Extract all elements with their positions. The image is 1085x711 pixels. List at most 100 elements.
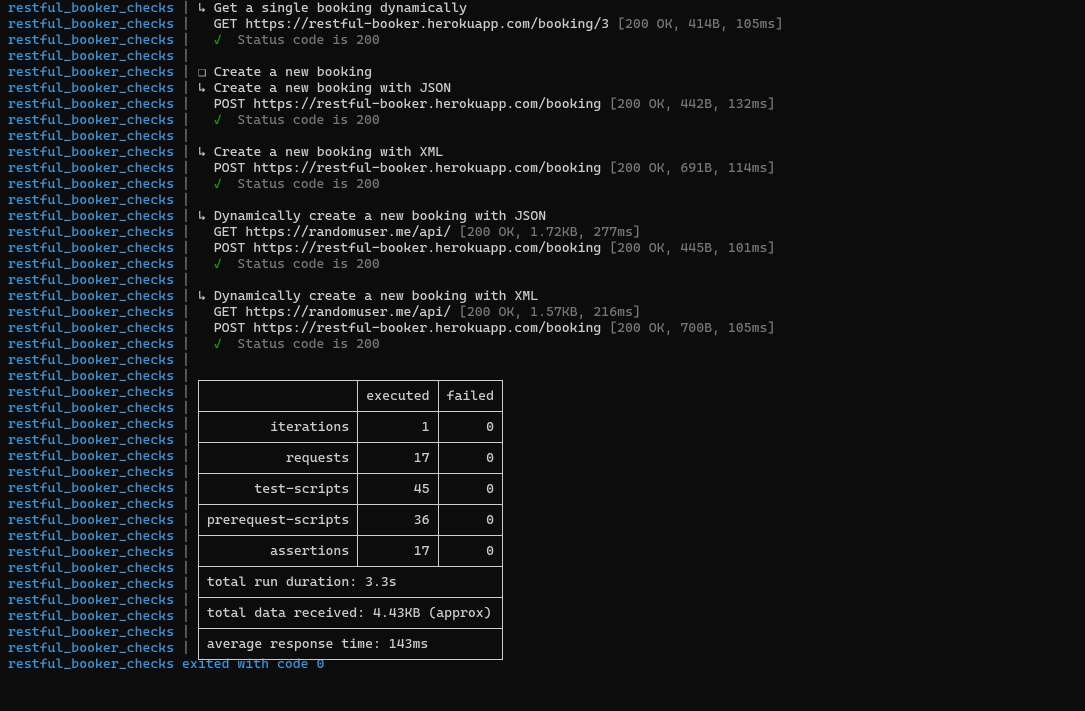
log-line: restful_booker_checks | ↳ Dynamically cr… (0, 288, 1085, 304)
summary-row: assertions170 (198, 536, 502, 567)
log-separator: | (174, 448, 198, 464)
assertion-text: Status code is 200 (222, 32, 380, 48)
log-separator: | (174, 368, 198, 384)
log-source-prefix: restful_booker_checks (0, 560, 174, 576)
response-stats: [200 OK, 442B, 132ms] (609, 96, 775, 112)
log-separator: | (174, 80, 198, 96)
log-source-prefix: restful_booker_checks (0, 464, 174, 480)
log-line: restful_booker_checks | ✓ Status code is… (0, 336, 1085, 352)
log-separator: | (174, 496, 198, 512)
log-source-prefix: restful_booker_checks (0, 16, 174, 32)
log-line: restful_booker_checks | GET https://rest… (0, 16, 1085, 32)
log-line: restful_booker_checks | POST https://res… (0, 96, 1085, 112)
summary-row-executed: 17 (358, 443, 438, 474)
log-source-prefix: restful_booker_checks (0, 496, 174, 512)
log-line: restful_booker_checks | GET https://rand… (0, 224, 1085, 240)
log-separator: | (174, 576, 198, 592)
check-icon: ✓ (214, 256, 222, 272)
response-stats: [200 OK, 445B, 101ms] (609, 240, 775, 256)
log-separator: | (174, 336, 198, 352)
log-line: restful_booker_checks | ✓ Status code is… (0, 112, 1085, 128)
log-source-prefix: restful_booker_checks (0, 368, 174, 384)
exit-line: restful_booker_checks exited with code 0 (0, 656, 1085, 672)
check-icon: ✓ (214, 176, 222, 192)
log-content: ↳ Dynamically create a new booking with … (198, 288, 538, 304)
log-content: ↳ Create a new booking with XML (198, 144, 443, 160)
log-source-prefix: restful_booker_checks (0, 160, 174, 176)
summary-row-failed: 0 (438, 474, 502, 505)
check-icon: ✓ (214, 336, 222, 352)
summary-header-failed: failed (438, 381, 502, 412)
log-source-prefix: restful_booker_checks (0, 176, 174, 192)
log-source-prefix: restful_booker_checks (0, 32, 174, 48)
summary-row: prerequest-scripts360 (198, 505, 502, 536)
assertion-text: Status code is 200 (222, 112, 380, 128)
log-line: restful_booker_checks | POST https://res… (0, 240, 1085, 256)
log-separator: | (174, 464, 198, 480)
log-content: ✓ Status code is 200 (198, 256, 380, 272)
log-line: restful_booker_checks | ↳ Create a new b… (0, 144, 1085, 160)
log-separator: | (174, 352, 198, 368)
summary-footer-line: total run duration: 3.3s (198, 567, 502, 598)
log-separator: | (174, 416, 198, 432)
log-source-prefix: restful_booker_checks (0, 416, 174, 432)
response-stats: [200 OK, 1.57KB, 216ms] (459, 304, 641, 320)
log-line: restful_booker_checks | ↳ Get a single b… (0, 0, 1085, 16)
terminal-output: restful_booker_checks | ↳ Get a single b… (0, 0, 1085, 672)
log-source-prefix: restful_booker_checks (0, 288, 174, 304)
log-content: GET https://randomuser.me/api/ [200 OK, … (198, 304, 641, 320)
log-source-prefix: restful_booker_checks (0, 240, 174, 256)
summary-row-executed: 36 (358, 505, 438, 536)
log-content: ❏ Create a new booking (198, 64, 372, 80)
log-line: restful_booker_checks | (0, 560, 1085, 576)
log-separator: | (174, 528, 198, 544)
summary-row-label: prerequest-scripts (198, 505, 357, 536)
log-line: restful_booker_checks | ↳ Dynamically cr… (0, 208, 1085, 224)
corner-icon: ↳ (198, 80, 214, 96)
log-source-prefix: restful_booker_checks (0, 304, 174, 320)
log-separator: | (174, 64, 198, 80)
log-source-prefix: restful_booker_checks (0, 544, 174, 560)
log-source-prefix: restful_booker_checks (0, 96, 174, 112)
check-icon: ✓ (214, 32, 222, 48)
log-source-prefix: restful_booker_checks (0, 256, 174, 272)
log-line: restful_booker_checks | (0, 272, 1085, 288)
summary-row-failed: 0 (438, 443, 502, 474)
check-icon: ✓ (214, 112, 222, 128)
log-source-prefix: restful_booker_checks (0, 192, 174, 208)
log-source-prefix: restful_booker_checks (0, 432, 174, 448)
log-source-prefix: restful_booker_checks (0, 624, 174, 640)
log-line: restful_booker_checks | (0, 48, 1085, 64)
log-source-prefix: restful_booker_checks (0, 48, 174, 64)
log-source-prefix: restful_booker_checks (0, 640, 174, 656)
log-source-prefix: restful_booker_checks (0, 208, 174, 224)
log-separator: | (174, 592, 198, 608)
log-source-prefix: restful_booker_checks (0, 144, 174, 160)
log-separator: | (174, 304, 198, 320)
corner-icon: ↳ (198, 144, 214, 160)
response-stats: [200 OK, 414B, 105ms] (617, 16, 783, 32)
summary-row-executed: 1 (358, 412, 438, 443)
log-line: restful_booker_checks | ↳ Create a new b… (0, 80, 1085, 96)
corner-icon: ↳ (198, 208, 214, 224)
log-line: restful_booker_checks | (0, 592, 1085, 608)
summary-row-failed: 0 (438, 412, 502, 443)
log-source-prefix: restful_booker_checks (0, 512, 174, 528)
log-separator: | (174, 0, 198, 16)
log-source-prefix: restful_booker_checks (0, 224, 174, 240)
log-separator: | (174, 32, 198, 48)
log-separator: | (174, 608, 198, 624)
log-line: restful_booker_checks | (0, 192, 1085, 208)
summary-row: test-scripts450 (198, 474, 502, 505)
summary-header-blank (198, 381, 357, 412)
log-source-prefix: restful_booker_checks (0, 400, 174, 416)
response-stats: [200 OK, 691B, 114ms] (609, 160, 775, 176)
log-separator: | (174, 384, 198, 400)
corner-icon: ↳ (198, 0, 214, 16)
summary-row-label: requests (198, 443, 357, 474)
log-content: ✓ Status code is 200 (198, 176, 380, 192)
log-line: restful_booker_checks | ✓ Status code is… (0, 32, 1085, 48)
summary-row: requests170 (198, 443, 502, 474)
assertion-text: Status code is 200 (222, 336, 380, 352)
log-source-prefix: restful_booker_checks (0, 528, 174, 544)
